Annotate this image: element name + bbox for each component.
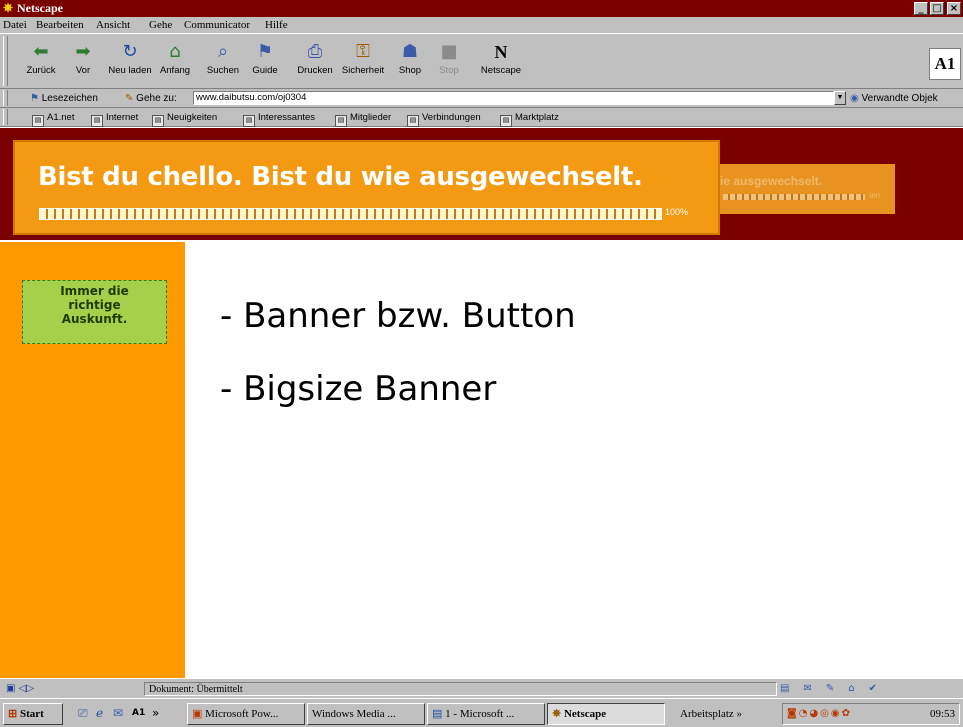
task-powerpoint[interactable]: ▣ Microsoft Pow... <box>187 703 305 725</box>
netscape-task-icon: ✵ <box>552 708 562 720</box>
page-proxy-icon: ✎ <box>125 93 134 104</box>
desktop-toolbar-label[interactable]: Arbeitsplatz » <box>680 705 742 723</box>
task-microsoft-word[interactable]: ▤ 1 - Microsoft ... <box>427 703 545 725</box>
quicklaunch-desktop-icon[interactable]: ⎚ <box>78 706 88 720</box>
page-header: ie ausgewechselt. ten Bist du chello. Bi… <box>0 128 963 240</box>
system-tray: ◙◔◕◎◉✿ 09:53 <box>782 703 960 725</box>
quicklaunch-a1-icon[interactable]: A1 <box>132 706 145 720</box>
search-icon: ⌕ <box>217 41 229 62</box>
banner-progress-bar <box>39 208 662 220</box>
banner-echo[interactable]: ie ausgewechselt. ten <box>717 164 895 214</box>
bookmark-page-icon: ▤ <box>32 115 44 127</box>
bookmark-page-icon: ▤ <box>407 115 419 127</box>
home-icon: ⌂ <box>169 41 181 62</box>
url-history-dropdown[interactable]: ▼ <box>834 91 846 105</box>
bookmarks-icon: ⚑ <box>30 93 39 104</box>
quicklaunch-outlook-icon[interactable]: ✉ <box>113 706 123 720</box>
tray-icons[interactable]: ◙◔◕◎◉✿ <box>787 704 852 724</box>
word-icon: ▤ <box>432 708 443 720</box>
related-icon: ◉ <box>850 93 859 104</box>
close-button[interactable]: × <box>947 2 961 15</box>
chello-banner[interactable]: Bist du chello. Bist du wie ausgewechsel… <box>13 140 720 235</box>
print-icon: ⎙ <box>307 41 323 62</box>
clock[interactable]: 09:53 <box>930 704 955 724</box>
bookmarks-button[interactable]: ⚑ Lesezeichen <box>30 92 98 105</box>
menu-datei[interactable]: Datei <box>3 18 27 32</box>
forward-arrow-icon: ➡ <box>75 41 91 62</box>
netscape-icon: N <box>494 42 508 62</box>
bookmark-page-icon: ▤ <box>91 115 103 127</box>
status-text: Dokument: Übermittelt <box>144 682 777 696</box>
personal-link-verbindungen[interactable]: ▤ Verbindungen <box>407 111 481 127</box>
menu-gehe[interactable]: Gehe <box>149 18 172 32</box>
taskbar: ⊞ Start ⎚ ℯ ✉ A1 » ▣ Microsoft Pow... Wi… <box>0 698 963 727</box>
lock-icon: ⚿ <box>356 41 370 62</box>
netscape-app-icon: ✵ <box>3 1 14 15</box>
toolbar-grip[interactable] <box>3 36 8 86</box>
personal-grip[interactable] <box>3 109 8 125</box>
reload-icon: ↻ <box>122 41 138 62</box>
navigation-toolbar: ⬅ Zurück ➡ Vor ↻ Neu laden ⌂ Anfang ⌕ Su… <box>0 33 963 89</box>
window-title: Netscape <box>17 1 63 15</box>
netscape-button[interactable]: N Netscape <box>476 37 526 85</box>
security-icon[interactable]: ▣ ◁▷ <box>6 682 50 696</box>
menu-bar: Datei Bearbeiten Ansicht Gehe Communicat… <box>0 17 963 33</box>
task-netscape[interactable]: ✵ Netscape <box>547 703 665 725</box>
quicklaunch-more[interactable]: » <box>152 706 159 720</box>
banner-headline: Bist du chello. Bist du wie ausgewechsel… <box>38 162 643 192</box>
menu-hilfe[interactable]: Hilfe <box>265 18 288 32</box>
bookmark-page-icon: ▤ <box>500 115 512 127</box>
related-button[interactable]: ◉ Verwandte Objek <box>850 92 938 105</box>
component-bar-icons[interactable]: ▤✉✎⌂✔ <box>780 682 960 696</box>
menu-ansicht[interactable]: Ansicht <box>96 18 130 32</box>
location-bar: ⚑ Lesezeichen ✎ Gehe zu: www.daibutsu.co… <box>0 89 963 108</box>
stop-button[interactable]: ■ Stop <box>424 37 474 85</box>
personal-link-neuigkeiten[interactable]: ▤ Neuigkeiten <box>152 111 217 127</box>
status-bar: ▣ ◁▷ Dokument: Übermittelt ▤✉✎⌂✔ <box>0 678 963 698</box>
maximize-button[interactable]: □ <box>930 2 944 15</box>
stop-icon: ■ <box>440 41 458 62</box>
task-windows-media[interactable]: Windows Media ... <box>307 703 425 725</box>
reload-button[interactable]: ↻ Neu laden <box>105 37 155 85</box>
minimize-button[interactable]: _ <box>914 2 928 15</box>
menu-communicator[interactable]: Communicator <box>184 18 250 32</box>
bookmark-page-icon: ▤ <box>335 115 347 127</box>
bookmark-page-icon: ▤ <box>152 115 164 127</box>
location-grip[interactable] <box>3 90 8 106</box>
title-bar: ✵ Netscape _ □ × <box>0 0 963 17</box>
personal-link-mitglieder[interactable]: ▤ Mitglieder <box>335 111 391 127</box>
powerpoint-icon: ▣ <box>192 708 203 720</box>
guide-icon: ⚑ <box>256 41 274 62</box>
start-button[interactable]: ⊞ Start <box>3 703 63 725</box>
windows-logo-icon: ⊞ <box>8 708 18 720</box>
menu-bearbeiten[interactable]: Bearbeiten <box>36 18 84 32</box>
guide-button[interactable]: ⚑ Guide <box>240 37 290 85</box>
personal-link-marktplatz[interactable]: ▤ Marktplatz <box>500 111 559 127</box>
forward-button[interactable]: ➡ Vor <box>58 37 108 85</box>
print-button[interactable]: ⎙ Drucken <box>290 37 340 85</box>
personal-toolbar: ▤ A1.net ▤ Internet ▤ Neuigkeiten ▤ Interess… <box>0 108 963 127</box>
security-button[interactable]: ⚿ Sicherheit <box>338 37 388 85</box>
shop-icon: ☗ <box>401 41 419 62</box>
personal-link-internet[interactable]: ▤ Internet <box>91 111 138 127</box>
page-content: ie ausgewechselt. ten Bist du chello. Bi… <box>0 128 963 678</box>
info-button-banner[interactable]: Immer die richtige Auskunft. <box>22 280 167 344</box>
url-input[interactable]: www.daibutsu.com/oj0304 <box>193 91 834 105</box>
banner-progress-label: 100% <box>665 207 689 217</box>
personal-link-a1net[interactable]: ▤ A1.net <box>32 111 74 127</box>
back-arrow-icon: ⬅ <box>33 41 49 62</box>
bullet-banner-button: - Banner bzw. Button <box>220 296 576 336</box>
bullet-bigsize-banner: - Bigsize Banner <box>220 369 497 409</box>
personal-link-interessantes[interactable]: ▤ Interessantes <box>243 111 315 127</box>
quicklaunch-ie-icon[interactable]: ℯ <box>96 706 103 720</box>
left-sidebar: Immer die richtige Auskunft. <box>0 242 185 678</box>
bookmark-page-icon: ▤ <box>243 115 255 127</box>
goto-label: ✎ Gehe zu: <box>125 93 177 104</box>
banner-echo-progress <box>723 194 865 200</box>
a1-logo[interactable]: A1 <box>929 48 961 80</box>
home-button[interactable]: ⌂ Anfang <box>150 37 200 85</box>
